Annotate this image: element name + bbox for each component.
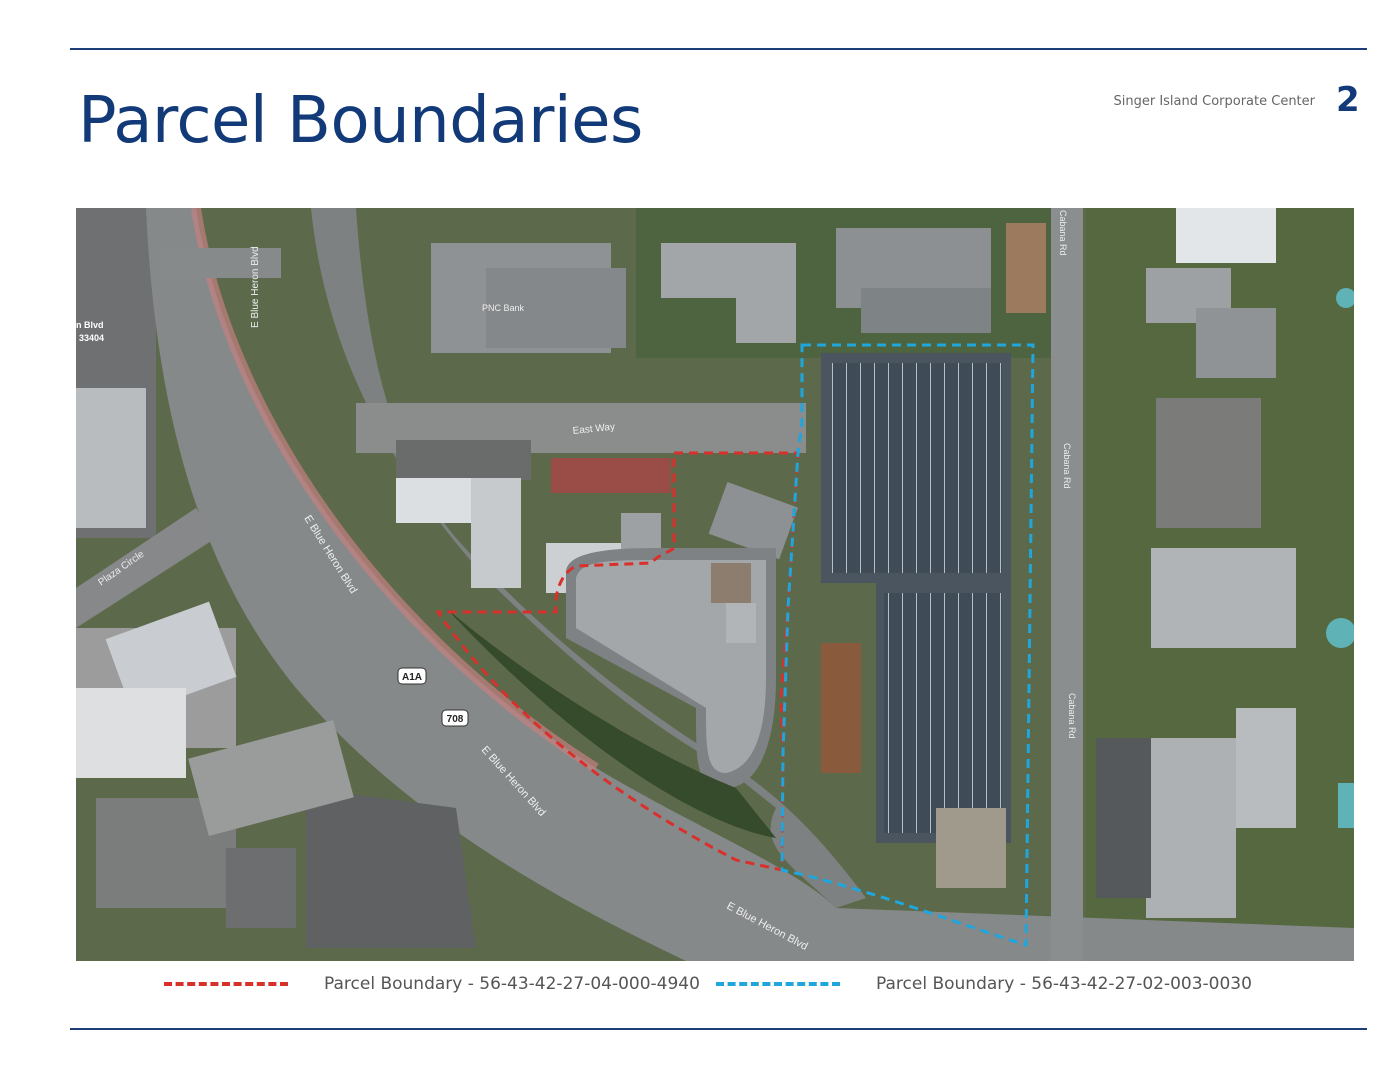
aerial-map: E Blue Heron Blvd E Blue Heron Blvd E Bl…	[76, 208, 1354, 961]
legend-red-dash-swatch	[164, 982, 288, 986]
legend-item-blue-parcel: Parcel Boundary - 56-43-42-27-02-003-003…	[716, 970, 1252, 998]
legend-label-red-parcel: Parcel Boundary - 56-43-42-27-04-000-494…	[324, 974, 700, 994]
route-shield-a1a: A1A	[397, 667, 427, 685]
legend-label-blue-parcel: Parcel Boundary - 56-43-42-27-02-003-003…	[876, 974, 1252, 994]
project-name: Singer Island Corporate Center	[1113, 94, 1315, 109]
svg-text:708: 708	[447, 714, 464, 725]
route-shield-708: 708	[441, 709, 469, 727]
street-label-e-blue-heron-1: E Blue Heron Blvd	[250, 246, 261, 328]
svg-text:A1A: A1A	[402, 672, 422, 683]
poi-label-pnc-bank: PNC Bank	[482, 303, 525, 313]
street-label-cabana-1: Cabana Rd	[1058, 210, 1068, 256]
page-number: 2	[1336, 80, 1360, 120]
legend-item-red-parcel: Parcel Boundary - 56-43-42-27-04-000-494…	[164, 970, 700, 998]
street-label-cabana-2: Cabana Rd	[1062, 443, 1072, 489]
address-label-line1: n Blvd	[76, 320, 104, 330]
address-label-line2: 33404	[79, 333, 104, 343]
street-label-cabana-3: Cabana Rd	[1067, 693, 1077, 739]
page-title: Parcel Boundaries	[78, 84, 643, 158]
top-rule	[70, 48, 1367, 50]
legend-blue-dash-swatch	[716, 982, 840, 986]
bottom-rule	[70, 1028, 1367, 1030]
cabana-road	[1051, 208, 1083, 961]
